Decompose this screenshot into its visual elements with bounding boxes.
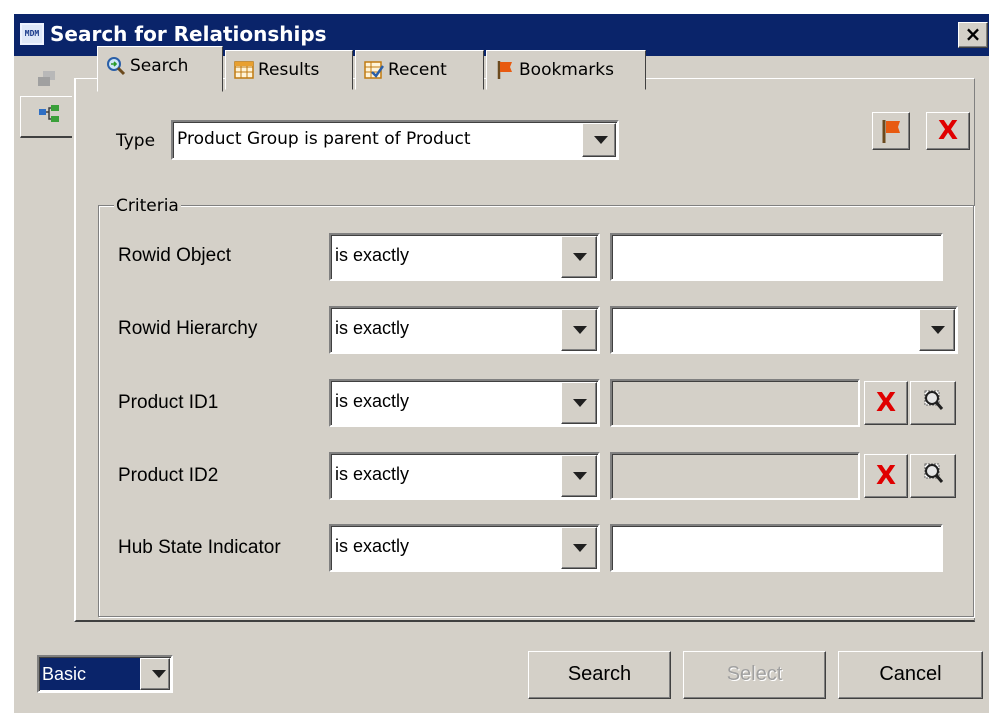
value-input-rowid-object[interactable] <box>610 233 943 281</box>
clear-product-id1-button[interactable]: X <box>864 381 908 425</box>
mdm-app-icon: MDM <box>20 23 44 45</box>
operator-select-product-id2[interactable]: is exactly <box>329 452 600 500</box>
select-button: Select <box>683 651 826 699</box>
red-x-icon: X <box>937 116 959 146</box>
chevron-down-icon[interactable] <box>919 309 955 351</box>
type-value: Product Group is parent of Product <box>177 129 471 149</box>
lookup-magnifier-icon <box>924 390 944 410</box>
tab-search-label: Search <box>130 56 189 76</box>
operator-value: is exactly <box>335 464 410 484</box>
cancel-button-label: Cancel <box>879 663 942 685</box>
cancel-button[interactable]: Cancel <box>838 651 983 699</box>
search-magnifier-icon <box>107 57 126 76</box>
value-input-product-id1 <box>610 379 860 427</box>
tab-results[interactable]: Results <box>225 50 353 90</box>
search-button-label: Search <box>567 663 632 685</box>
clear-button[interactable]: X <box>926 112 970 150</box>
criteria-label-rowid-object: Rowid Object <box>118 245 231 266</box>
tab-recent[interactable]: Recent <box>355 50 484 90</box>
operator-select-product-id1[interactable]: is exactly <box>329 379 600 427</box>
chevron-down-icon[interactable] <box>561 455 597 497</box>
tab-search[interactable]: Search <box>97 46 223 92</box>
select-button-label: Select <box>726 663 783 685</box>
criteria-label-product-id1: Product ID1 <box>118 392 219 413</box>
chevron-down-icon[interactable] <box>140 658 170 690</box>
lookup-product-id2-button[interactable] <box>910 454 956 498</box>
value-input-hub-state-indicator[interactable] <box>610 524 943 572</box>
value-select-rowid-hierarchy[interactable] <box>610 306 958 354</box>
lookup-product-id1-button[interactable] <box>910 381 956 425</box>
operator-select-hub-state-indicator[interactable]: is exactly <box>329 524 600 572</box>
chevron-down-icon[interactable] <box>561 309 597 351</box>
value-input-product-id2 <box>610 452 860 500</box>
chevron-down-icon[interactable] <box>561 236 597 278</box>
criteria-title: Criteria <box>114 196 181 216</box>
tab-bookmarks-label: Bookmarks <box>519 60 614 80</box>
type-label: Type <box>116 131 156 151</box>
operator-select-rowid-hierarchy[interactable]: is exactly <box>329 306 600 354</box>
tab-recent-label: Recent <box>388 60 447 80</box>
operator-select-rowid-object[interactable]: is exactly <box>329 233 600 281</box>
operator-value: is exactly <box>335 245 410 265</box>
red-x-icon: X <box>875 388 897 418</box>
operator-value: is exactly <box>335 391 410 411</box>
tab-bookmarks[interactable]: Bookmarks <box>486 50 646 90</box>
close-button[interactable]: × <box>958 22 988 48</box>
chevron-down-icon[interactable] <box>582 123 616 157</box>
grid-icon <box>234 61 254 79</box>
chevron-down-icon[interactable] <box>561 382 597 424</box>
criteria-label-hub-state-indicator: Hub State Indicator <box>118 537 281 558</box>
search-mode-select[interactable]: Basic <box>37 655 173 693</box>
search-mode-value: Basic <box>40 658 140 690</box>
flag-icon <box>497 61 512 79</box>
recent-check-icon <box>364 61 384 79</box>
criteria-label-product-id2: Product ID2 <box>118 465 219 486</box>
side-tab-relationships[interactable] <box>20 96 72 138</box>
criteria-label-rowid-hierarchy: Rowid Hierarchy <box>118 318 258 339</box>
bookmark-button[interactable] <box>872 112 910 150</box>
operator-value: is exactly <box>335 536 410 556</box>
chevron-down-icon[interactable] <box>561 527 597 569</box>
operator-value: is exactly <box>335 318 410 338</box>
clear-product-id2-button[interactable]: X <box>864 454 908 498</box>
flag-icon <box>882 120 900 143</box>
type-select[interactable]: Product Group is parent of Product <box>171 120 619 160</box>
tab-results-label: Results <box>258 60 320 80</box>
red-x-icon: X <box>875 461 897 491</box>
search-button[interactable]: Search <box>528 651 671 699</box>
lookup-magnifier-icon <box>924 463 944 483</box>
hierarchy-tree-icon <box>39 105 59 122</box>
window-title: Search for Relationships <box>50 22 327 46</box>
